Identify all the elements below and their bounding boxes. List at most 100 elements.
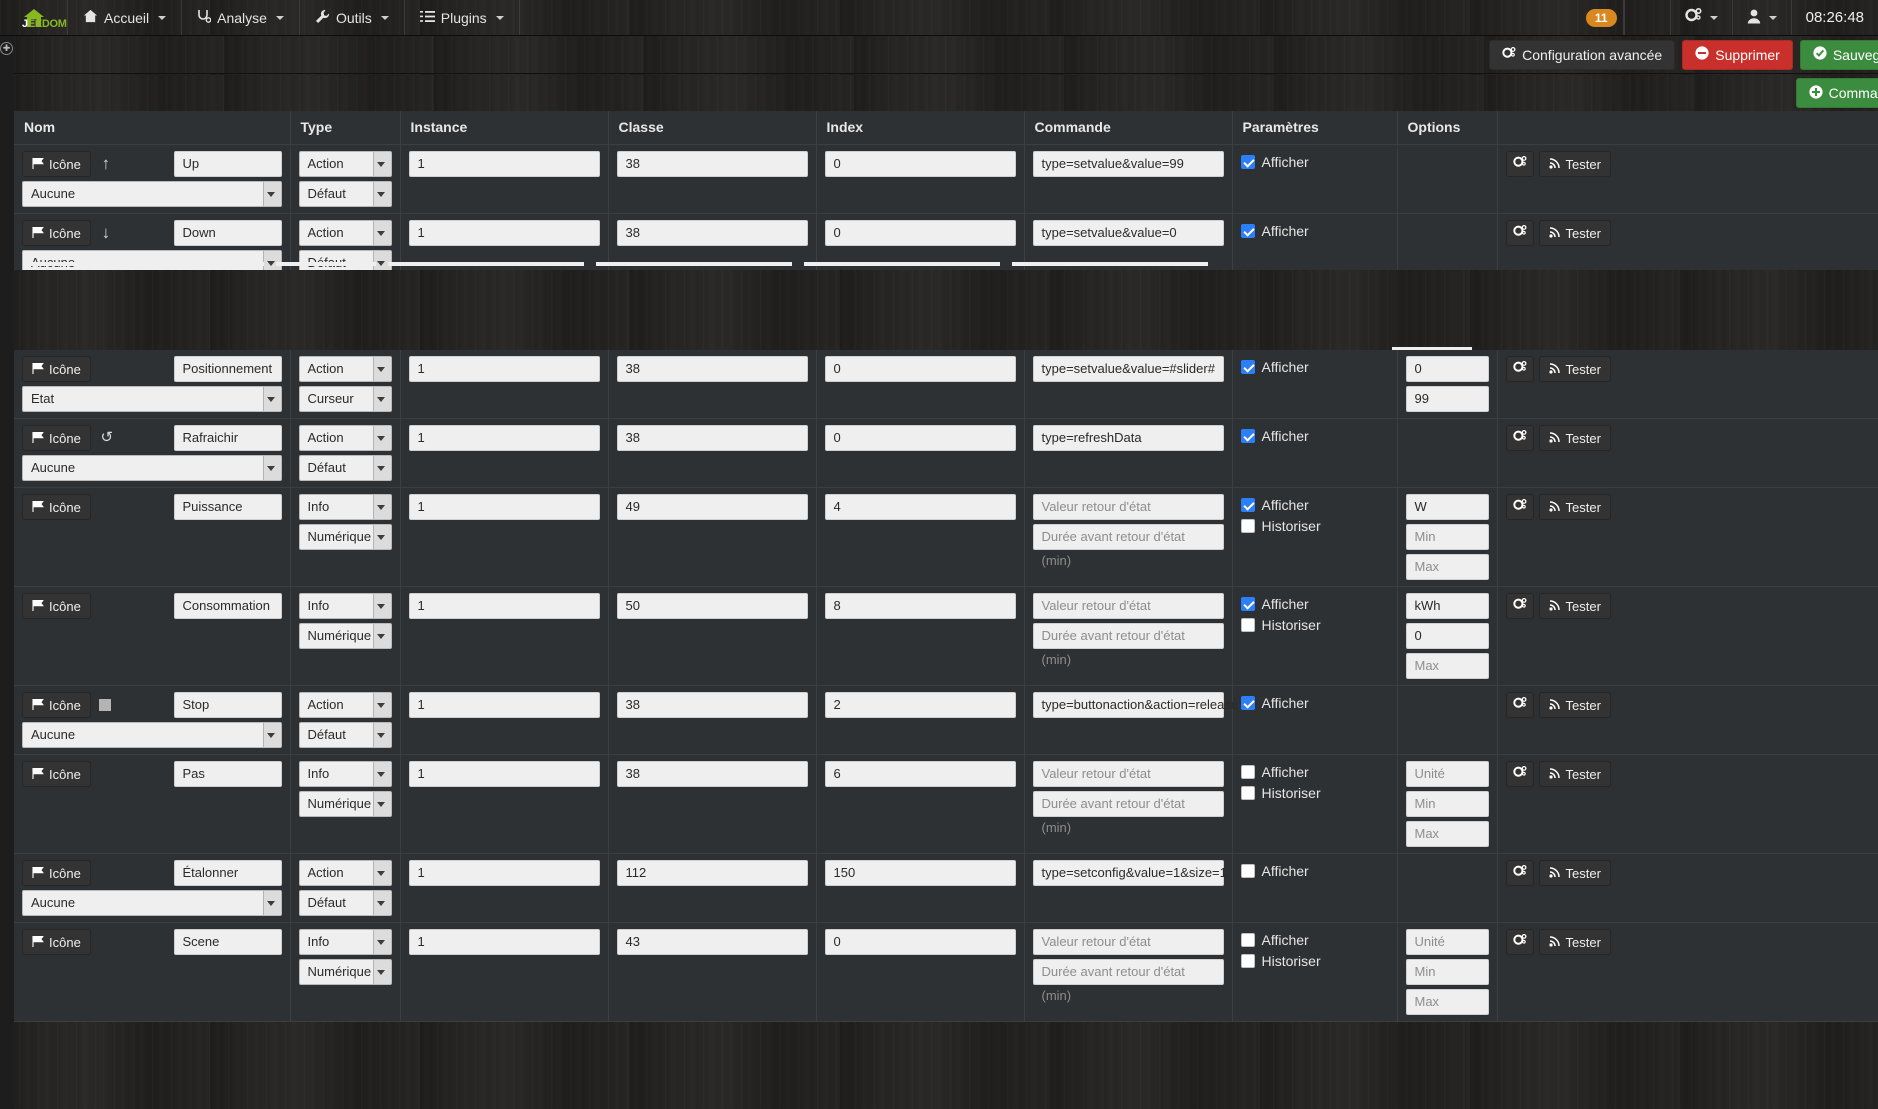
afficher-checkbox-box[interactable] [1240,764,1255,779]
type-select[interactable]: Info [298,761,392,787]
classe-input[interactable]: 112 [616,860,808,886]
command-config-input[interactable]: type=refreshData [1032,425,1224,451]
classe-input[interactable]: 50 [616,593,808,619]
classe-input[interactable]: 38 [616,151,808,177]
icon-picker-button[interactable]: Icône [22,692,91,718]
instance-input[interactable]: 1 [408,151,600,177]
instance-input[interactable]: 1 [408,929,600,955]
advanced-config-button[interactable]: Configuration avancée [1489,39,1676,70]
type-select[interactable]: Info [298,929,392,955]
row-config-button[interactable] [1505,929,1534,955]
afficher-checkbox[interactable]: Afficher [1240,425,1389,446]
row-config-button[interactable] [1505,425,1534,451]
delete-button[interactable]: Supprimer [1682,39,1793,70]
index-input[interactable]: 0 [824,151,1016,177]
row-config-button[interactable] [1505,593,1534,619]
type-select[interactable]: Info [298,593,392,619]
command-config-input[interactable]: type=setvalue&value=99 [1032,151,1224,177]
historiser-checkbox[interactable]: Historiser [1240,614,1389,635]
subtype-select[interactable]: Défaut [298,722,392,748]
type-select[interactable]: Action [298,425,392,451]
command-config-input[interactable]: Valeur retour d'état [1032,761,1224,787]
afficher-checkbox[interactable]: Afficher [1240,929,1389,950]
afficher-checkbox[interactable]: Afficher [1240,860,1389,881]
test-button[interactable]: Tester [1538,151,1611,177]
table-row[interactable]: Icône Puissance Info Numérique 1 49 4 Valeur re… [14,487,1878,587]
subtype-select[interactable]: Curseur [298,386,392,412]
subtype-select[interactable]: Numérique [298,524,392,550]
command-name-input[interactable]: Scene [173,929,282,955]
historiser-checkbox-box[interactable] [1240,785,1255,800]
afficher-checkbox[interactable]: Afficher [1240,356,1389,377]
command-config-input[interactable]: type=setvalue&value=0 [1032,220,1224,246]
icon-picker-button[interactable]: Icône [22,494,91,520]
test-button[interactable]: Tester [1538,761,1611,787]
afficher-checkbox-box[interactable] [1240,497,1255,512]
instance-input[interactable]: 1 [408,593,600,619]
add-command-button[interactable]: Commande [1795,78,1878,108]
subtype-select[interactable]: Numérique [298,959,392,985]
table-row[interactable]: Icône Positionnement Etat Action Curseur 1 38 0… [14,350,1878,419]
nav-item-analyse[interactable]: Analyse [182,0,300,35]
settings-menu[interactable] [1669,0,1732,35]
index-input[interactable]: 6 [824,761,1016,787]
table-row[interactable]: Icône ↺ Rafraichir Aucune Action Défaut 1 38 0 ty… [14,418,1878,488]
afficher-checkbox-box[interactable] [1240,359,1255,374]
subtype-select[interactable]: Défaut [298,890,392,916]
historiser-checkbox[interactable]: Historiser [1240,782,1389,803]
afficher-checkbox-box[interactable] [1240,223,1255,238]
option-input-0[interactable]: 0 [1405,356,1489,382]
command-name-input[interactable]: Pas [173,761,282,787]
classe-input[interactable]: 38 [616,220,808,246]
value-link-select[interactable]: Aucune [22,455,282,481]
option-input-2[interactable]: Max [1405,989,1489,1015]
historiser-checkbox-box[interactable] [1240,518,1255,533]
index-input[interactable]: 150 [824,860,1016,886]
option-input-1[interactable]: 0 [1405,623,1489,649]
index-input[interactable]: 0 [824,220,1016,246]
option-input-2[interactable]: Max [1405,554,1489,580]
notification-badge[interactable]: 11 [1585,8,1617,27]
test-button[interactable]: Tester [1538,692,1611,718]
row-config-button[interactable] [1505,692,1534,718]
command-timeout-input[interactable]: Durée avant retour d'état (min) [1032,959,1224,1003]
instance-input[interactable]: 1 [408,356,600,382]
test-button[interactable]: Tester [1538,929,1611,955]
type-select[interactable]: Action [298,356,392,382]
instance-input[interactable]: 1 [408,692,600,718]
command-name-input[interactable]: Positionnement [173,356,282,382]
test-button[interactable]: Tester [1538,494,1611,520]
option-input-1[interactable]: Min [1405,791,1489,817]
test-button[interactable]: Tester [1538,593,1611,619]
test-button[interactable]: Tester [1538,220,1611,246]
afficher-checkbox[interactable]: Afficher [1240,151,1389,172]
command-name-input[interactable]: Étalonner [173,860,282,886]
instance-input[interactable]: 1 [408,761,600,787]
historiser-checkbox[interactable]: Historiser [1240,515,1389,536]
command-name-input[interactable]: Rafraichir [173,425,282,451]
row-config-button[interactable] [1505,151,1534,177]
type-select[interactable]: Action [298,692,392,718]
index-input[interactable]: 2 [824,692,1016,718]
index-input[interactable]: 0 [824,356,1016,382]
nav-item-plugins[interactable]: Plugins [405,0,520,35]
table-row[interactable]: Icône ↑ Up Aucune Action Défaut 1 38 0 type=setva… [14,144,1878,214]
type-select[interactable]: Action [298,220,392,246]
row-config-button[interactable] [1505,761,1534,787]
icon-picker-button[interactable]: Icône [22,425,91,451]
afficher-checkbox-box[interactable] [1240,154,1255,169]
value-link-select[interactable]: Etat [22,386,282,412]
brand-logo[interactable]: JEEDOM [0,0,68,35]
option-input-2[interactable]: Max [1405,653,1489,679]
icon-picker-button[interactable]: Icône [22,220,91,246]
afficher-checkbox[interactable]: Afficher [1240,494,1389,515]
row-config-button[interactable] [1505,220,1534,246]
user-menu[interactable] [1731,0,1791,35]
option-input-0[interactable]: Unité [1405,761,1489,787]
table-row[interactable]: Icône Stop Aucune Action Défaut 1 38 2 type=butt… [14,685,1878,755]
instance-input[interactable]: 1 [408,860,600,886]
command-timeout-input[interactable]: Durée avant retour d'état (min) [1032,791,1224,835]
afficher-checkbox-box[interactable] [1240,863,1255,878]
save-button[interactable]: Sauvegarder [1799,39,1878,70]
command-config-input[interactable]: type=buttonaction&action=release [1032,692,1238,718]
